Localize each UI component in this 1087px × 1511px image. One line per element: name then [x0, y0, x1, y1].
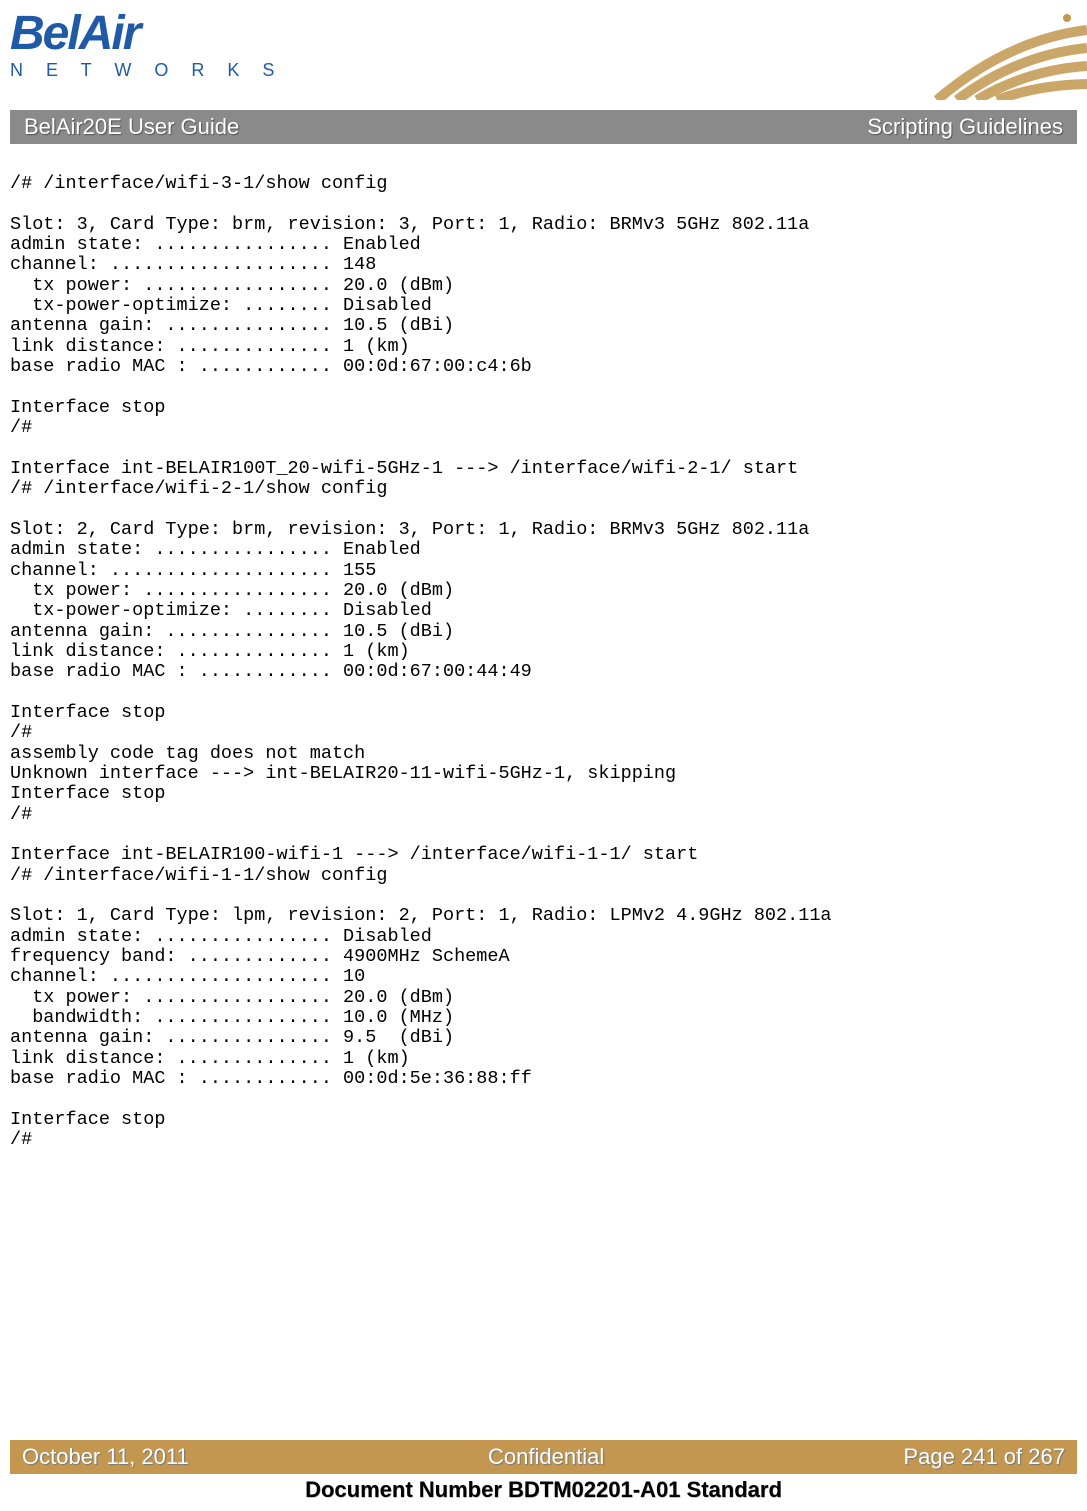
terminal-output: /# /interface/wifi-3-1/show config Slot:…	[10, 174, 1077, 1151]
footer-date: October 11, 2011	[22, 1444, 189, 1470]
logo: BelAir N E T W O R K S	[10, 10, 283, 81]
page-header: BelAir N E T W O R K S	[0, 0, 1087, 110]
content-area: /# /interface/wifi-3-1/show config Slot:…	[0, 144, 1087, 1151]
title-bar: BelAir20E User Guide Scripting Guideline…	[10, 110, 1077, 144]
logo-bottom: N E T W O R K S	[10, 60, 283, 81]
page-footer: October 11, 2011 Confidential Page 241 o…	[10, 1440, 1077, 1503]
footer-confidential: Confidential	[488, 1444, 604, 1470]
title-left: BelAir20E User Guide	[24, 114, 239, 140]
title-right: Scripting Guidelines	[867, 114, 1063, 140]
footer-page-number: Page 241 of 267	[904, 1444, 1065, 1470]
footer-bar: October 11, 2011 Confidential Page 241 o…	[10, 1440, 1077, 1474]
document-number: Document Number BDTM02201-A01 Standard	[10, 1477, 1077, 1503]
corner-swoosh-icon	[917, 0, 1087, 100]
logo-top: BelAir	[10, 10, 283, 58]
